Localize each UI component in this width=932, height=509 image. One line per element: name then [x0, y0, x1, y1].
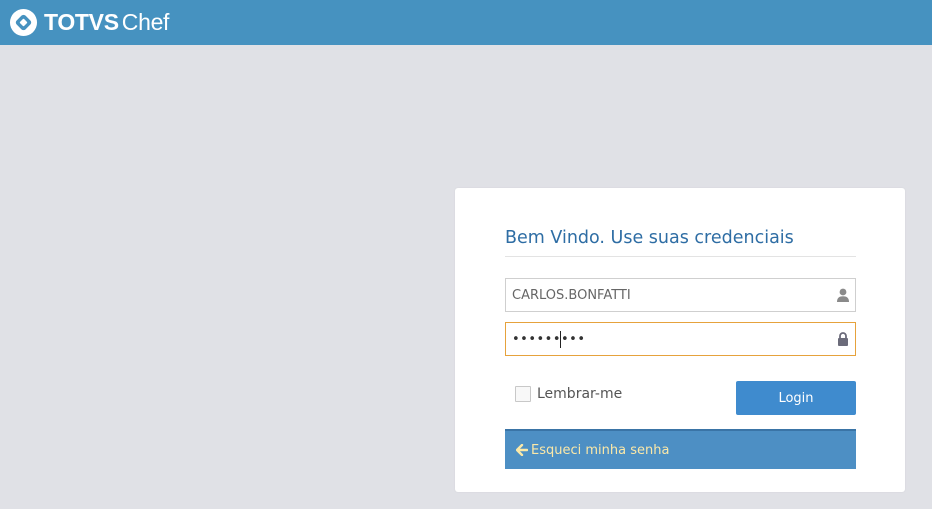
password-field[interactable] [505, 322, 856, 356]
lock-icon [838, 332, 848, 346]
totvs-logo-icon [9, 8, 38, 36]
username-input[interactable] [506, 279, 832, 311]
login-card: Bem Vindo. Use suas credenciais Lembrar-… [455, 188, 905, 492]
username-field[interactable] [505, 278, 856, 312]
logo-product: Chef [121, 9, 170, 35]
remember-me[interactable]: Lembrar-me [515, 385, 622, 403]
password-input[interactable] [506, 323, 832, 355]
welcome-heading: Bem Vindo. Use suas credenciais [505, 226, 856, 257]
text-cursor [560, 331, 561, 348]
remember-me-label[interactable]: Lembrar-me [537, 386, 622, 402]
logo-brand: TOTVS [44, 9, 119, 35]
login-button[interactable]: Login [736, 381, 856, 415]
forgot-password-link[interactable]: Esqueci minha senha [505, 429, 856, 469]
remember-me-checkbox[interactable] [515, 386, 531, 402]
forgot-password-label[interactable]: Esqueci minha senha [531, 443, 669, 458]
arrow-left-icon [516, 444, 528, 456]
top-header-bar: TOTVS Chef [0, 0, 932, 45]
user-icon [837, 288, 849, 302]
logo-text: TOTVS Chef [44, 7, 169, 37]
totvs-chef-logo[interactable]: TOTVS Chef [9, 7, 169, 37]
